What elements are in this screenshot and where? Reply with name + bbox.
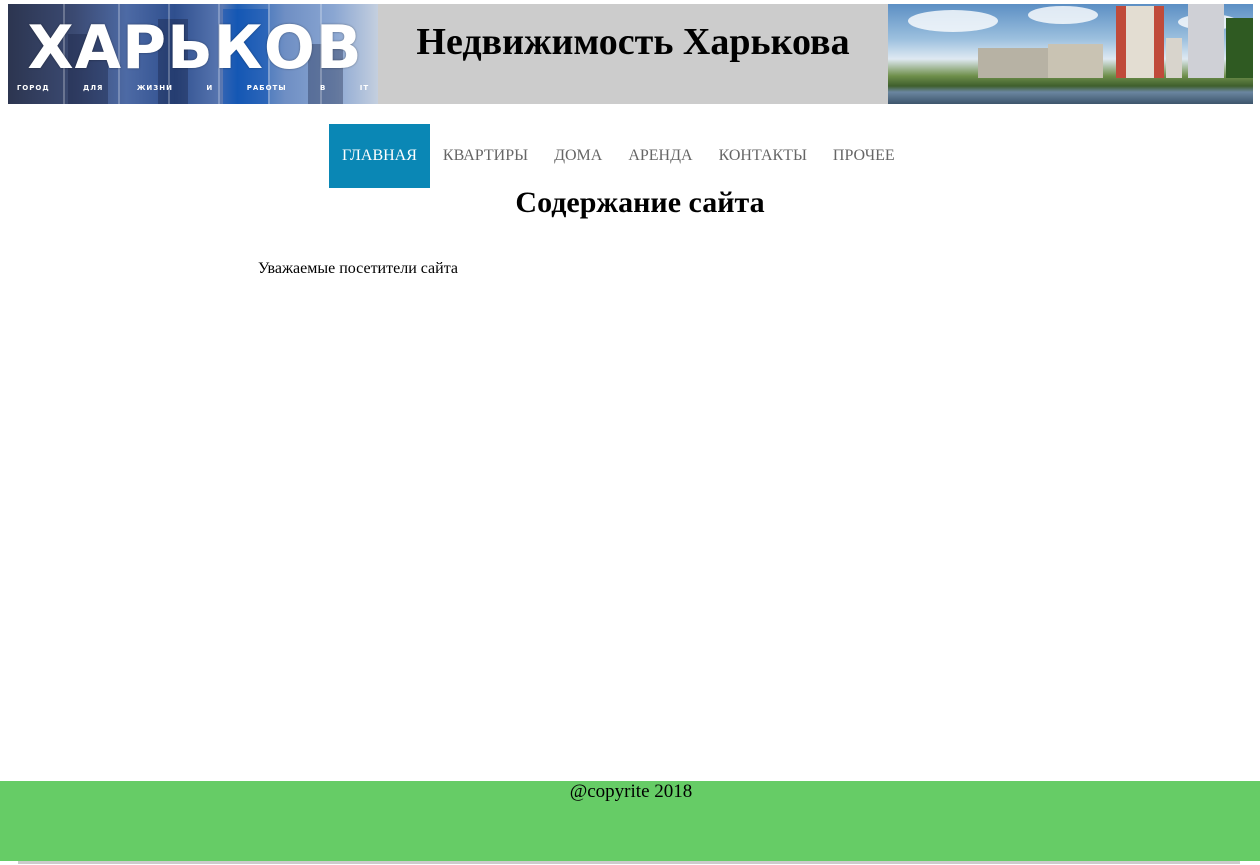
site-header: ХАРЬКОВ ГОРОД ДЛЯ ЖИЗНИ И РАБОТЫ В IT Не… [8, 4, 1253, 104]
site-title: Недвижимость Харькова [416, 21, 850, 63]
nav-item-other[interactable]: ПРОЧЕЕ [820, 124, 908, 188]
logo-image[interactable]: ХАРЬКОВ ГОРОД ДЛЯ ЖИЗНИ И РАБОТЫ В IT [8, 4, 378, 104]
nav-item-contacts[interactable]: КОНТАКТЫ [706, 124, 820, 188]
footer-divider [18, 861, 1240, 864]
nav-item-home[interactable]: ГЛАВНАЯ [329, 124, 430, 188]
content-title: Содержание сайта [515, 186, 765, 219]
nav-item-apartments[interactable]: КВАРТИРЫ [430, 124, 541, 188]
intro-text: Уважаемые посетители сайта [258, 260, 459, 277]
city-skyline-image [888, 4, 1253, 104]
site-footer: @copyrite 2018 [0, 781, 1260, 861]
logo-tagline: ГОРОД ДЛЯ ЖИЗНИ И РАБОТЫ В IT [16, 84, 370, 92]
main-nav: ГЛАВНАЯ КВАРТИРЫ ДОМА АРЕНДА КОНТАКТЫ ПР… [329, 124, 908, 188]
logo-text: ХАРЬКОВ [27, 13, 363, 83]
nav-item-houses[interactable]: ДОМА [541, 124, 615, 188]
nav-item-rent[interactable]: АРЕНДА [615, 124, 705, 188]
copyright-text: @copyrite 2018 [569, 781, 693, 802]
